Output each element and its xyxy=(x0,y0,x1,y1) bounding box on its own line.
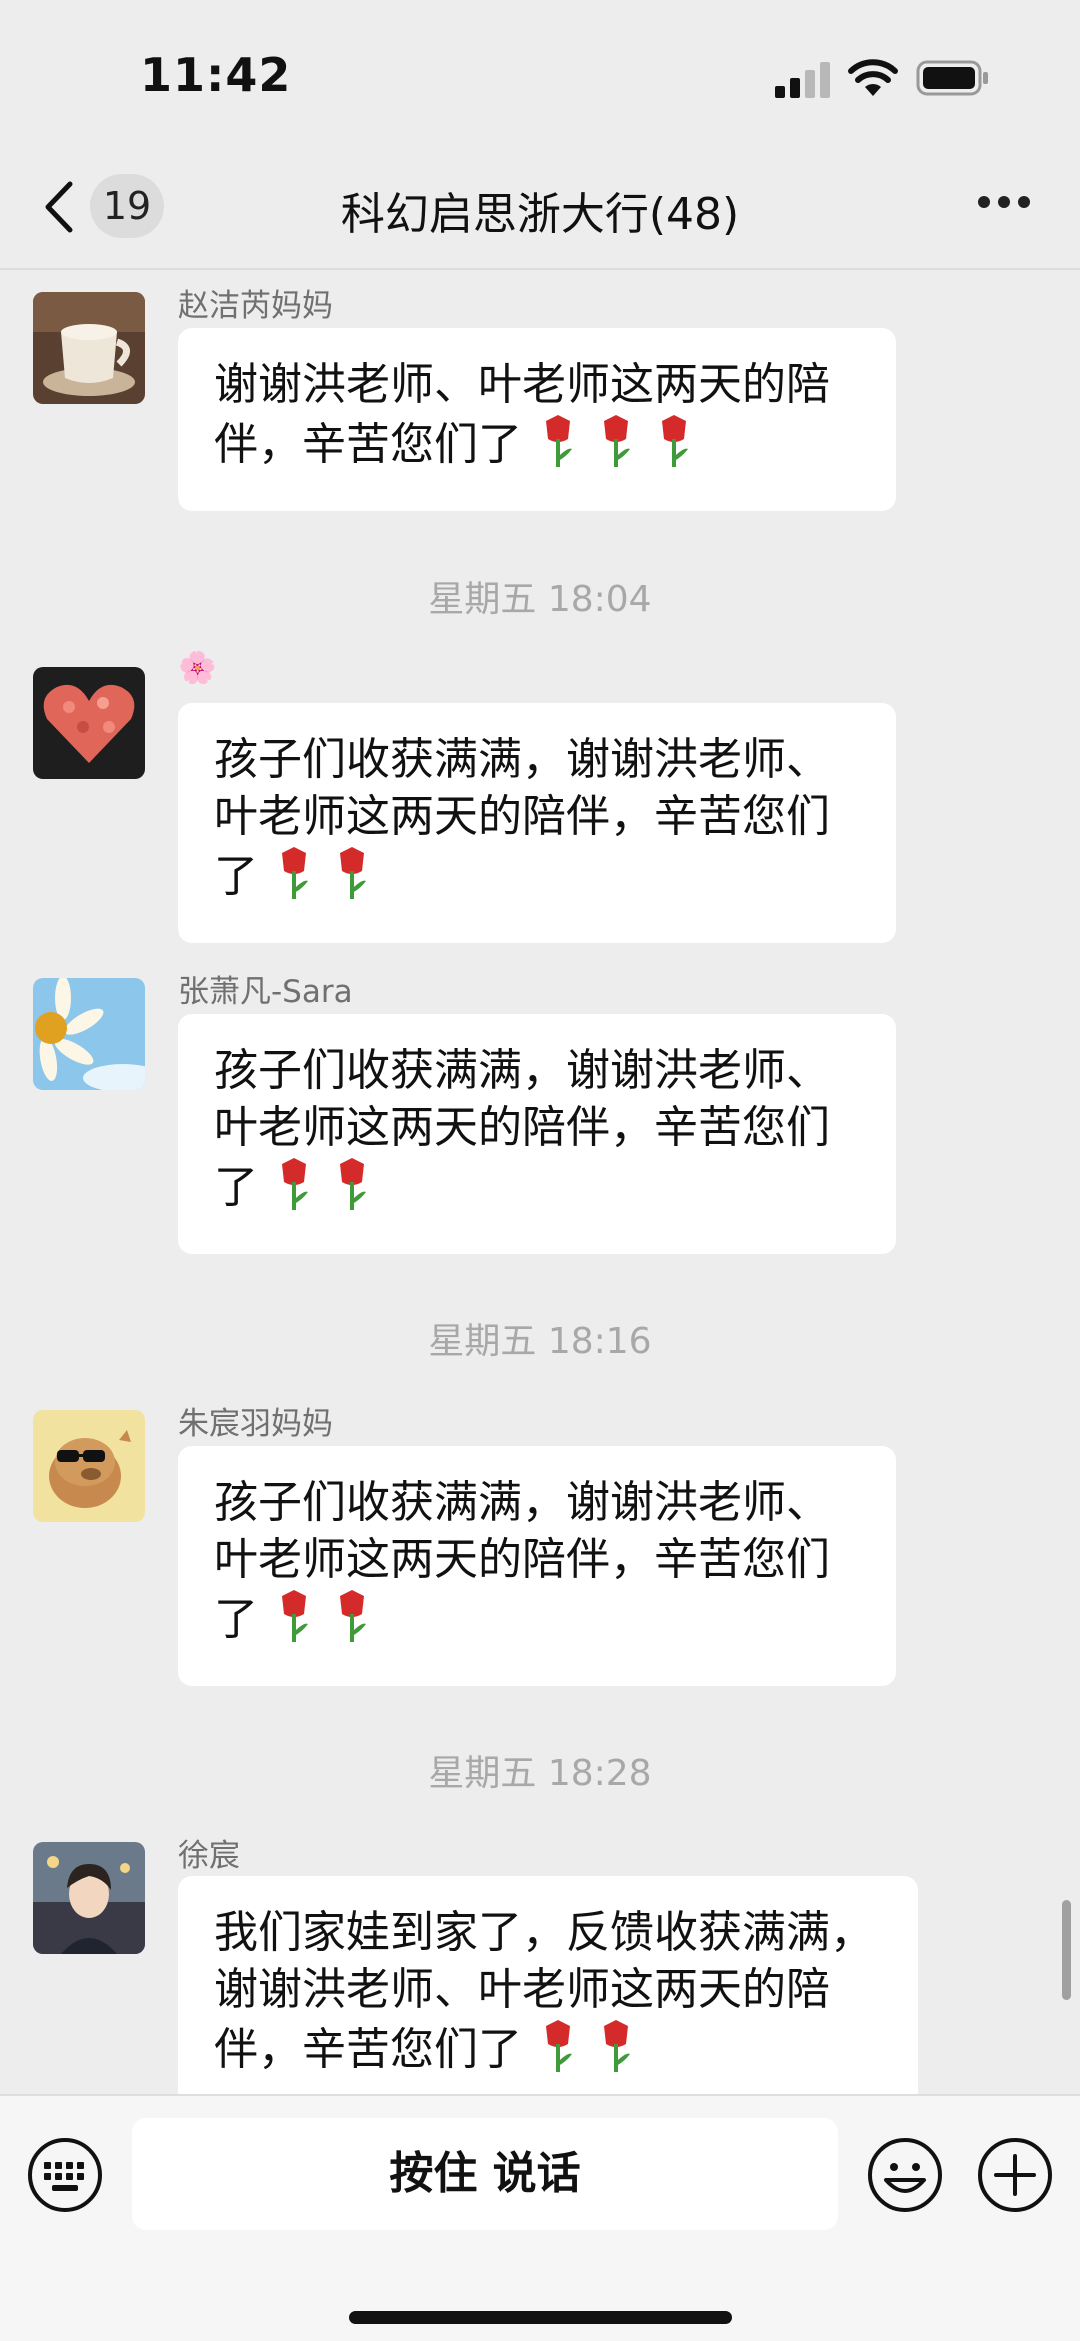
status-bar: 11:42 xyxy=(0,0,1080,150)
message-bubble[interactable]: 孩子们收获满满，谢谢洪老师、叶老师这两天的陪伴，辛苦您们了 xyxy=(178,703,896,943)
status-time: 11:42 xyxy=(140,48,292,102)
cellular-signal-icon xyxy=(775,62,830,98)
sender-name: 朱宸羽妈妈 xyxy=(178,1406,333,1442)
scroll-indicator[interactable] xyxy=(1062,1900,1071,2000)
sunflower-sky-avatar[interactable] xyxy=(33,978,145,1090)
wifi-icon xyxy=(848,59,898,96)
keyboard-icon[interactable] xyxy=(26,2136,104,2214)
tulip-emojis xyxy=(272,1156,386,1226)
capybara-sunglasses-avatar[interactable] xyxy=(33,1410,145,1522)
tulip-icon xyxy=(282,847,366,899)
anime-boy-avatar[interactable] xyxy=(33,1842,145,1954)
back-chevron-icon[interactable] xyxy=(42,180,76,234)
tulip-emojis xyxy=(272,845,386,915)
unread-count-badge[interactable]: 19 xyxy=(90,174,164,238)
time-separator: 星期五 18:16 xyxy=(428,1321,652,1362)
message-text: 谢谢洪老师、叶老师这两天的陪伴，辛苦您们了 xyxy=(214,359,830,470)
time-separator: 星期五 18:04 xyxy=(428,579,652,620)
tulip-icon xyxy=(546,2020,630,2072)
tulip-emojis xyxy=(536,2018,650,2088)
emoji-icon[interactable] xyxy=(866,2136,944,2214)
chat-header: 19 科幻启思浙大行(48) xyxy=(0,150,1080,270)
time-separator: 星期五 18:28 xyxy=(428,1753,652,1794)
message-bubble[interactable]: 孩子们收获满满，谢谢洪老师、叶老师这两天的陪伴，辛苦您们了 xyxy=(178,1446,896,1686)
heart-petals-avatar[interactable] xyxy=(33,667,145,779)
tulip-icon xyxy=(282,1590,366,1642)
message-bubble[interactable]: 孩子们收获满满，谢谢洪老师、叶老师这两天的陪伴，辛苦您们了 xyxy=(178,1014,896,1254)
sender-name: 🌸 xyxy=(178,650,217,686)
sender-name: 张萧凡-Sara xyxy=(178,974,353,1010)
more-dots-icon[interactable] xyxy=(978,196,1030,212)
sender-name: 徐宸 xyxy=(178,1838,240,1874)
tulip-emojis xyxy=(536,413,708,483)
input-bar: 按住 说话 xyxy=(0,2094,1080,2341)
chat-title: 科幻启思浙大行(48) xyxy=(340,189,740,240)
message-bubble[interactable]: 我们家娃到家了，反馈收获满满，谢谢洪老师、叶老师这两天的陪伴，辛苦您们了 xyxy=(178,1876,918,2106)
tulip-emojis xyxy=(272,1588,386,1658)
hold-to-talk-button[interactable]: 按住 说话 xyxy=(132,2118,838,2230)
battery-icon xyxy=(916,60,988,96)
sender-name: 赵洁芮妈妈 xyxy=(178,288,333,324)
tulip-icon xyxy=(546,415,688,467)
plus-icon[interactable] xyxy=(976,2136,1054,2214)
message-bubble[interactable]: 谢谢洪老师、叶老师这两天的陪伴，辛苦您们了 xyxy=(178,328,896,511)
tulip-icon xyxy=(282,1158,366,1210)
coffee-cup-avatar[interactable] xyxy=(33,292,145,404)
home-indicator[interactable] xyxy=(349,2311,732,2324)
